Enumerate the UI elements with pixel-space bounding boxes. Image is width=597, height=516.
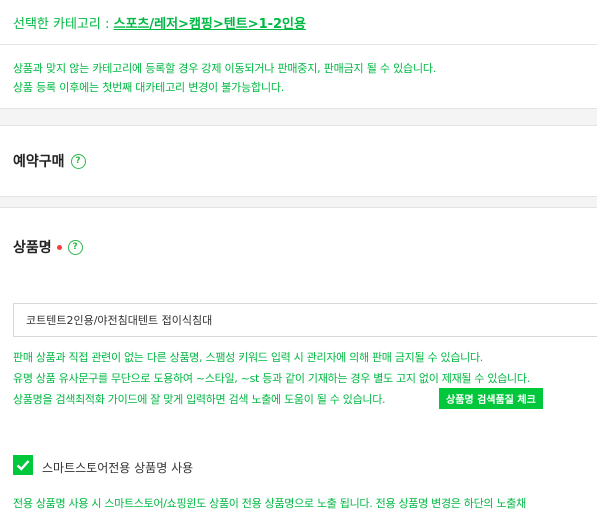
- search-quality-check-button[interactable]: 상품명 검색품질 체크: [439, 388, 543, 409]
- help-icon[interactable]: ?: [67, 239, 83, 255]
- product-name-field[interactable]: [13, 303, 597, 337]
- product-name-title: 상품명 ?: [13, 237, 83, 257]
- preorder-title[interactable]: 예약구매 ?: [13, 151, 86, 171]
- category-prefix: 선택한 카테고리 :: [13, 17, 114, 32]
- category-notice-2: 상품 등록 이후에는 첫번째 대카테고리 변경이 불가능합니다.: [13, 81, 285, 94]
- product-name-help-3: 상품명을 검색최적화 가이드에 잘 맞게 입력하면 검색 노출에 도움이 될 수…: [13, 393, 386, 406]
- help-icon[interactable]: ?: [70, 153, 86, 169]
- product-name-help-1: 판매 상품과 직접 관련이 없는 다른 상품명, 스팸성 키워드 입력 시 관리…: [13, 351, 483, 364]
- smartstore-notice: 전용 상품명 사용 시 스마트스토어/쇼핑윈도 상품이 전용 상품명으로 노출 …: [13, 497, 526, 510]
- checkmark-icon: [16, 460, 30, 471]
- selected-category: 선택한 카테고리 : 스포츠/레저>캠핑>텐트>1-2인용: [13, 13, 306, 32]
- product-name-title-label: 상품명: [13, 240, 52, 256]
- category-section: 선택한 카테고리 : 스포츠/레저>캠핑>텐트>1-2인용 상품과 맞지 않는 …: [0, 0, 597, 108]
- section-gap: [0, 196, 597, 208]
- smartstore-name-checkbox[interactable]: [13, 455, 33, 475]
- smartstore-name-label[interactable]: 스마트스토어전용 상품명 사용: [42, 459, 193, 476]
- section-gap: [0, 108, 597, 126]
- category-path-link[interactable]: 스포츠/레저>캠핑>텐트>1-2인용: [114, 17, 306, 32]
- required-dot-icon: [56, 244, 62, 250]
- divider: [0, 44, 597, 45]
- preorder-title-label: 예약구매: [13, 154, 65, 170]
- product-name-help-2: 유명 상품 유사문구를 무단으로 도용하여 ~스타일, ~st 등과 같이 기재…: [13, 372, 530, 385]
- product-name-input[interactable]: [14, 304, 597, 336]
- category-notice-1: 상품과 맞지 않는 카테고리에 등록할 경우 강제 이동되거나 판매중지, 판매…: [13, 62, 437, 75]
